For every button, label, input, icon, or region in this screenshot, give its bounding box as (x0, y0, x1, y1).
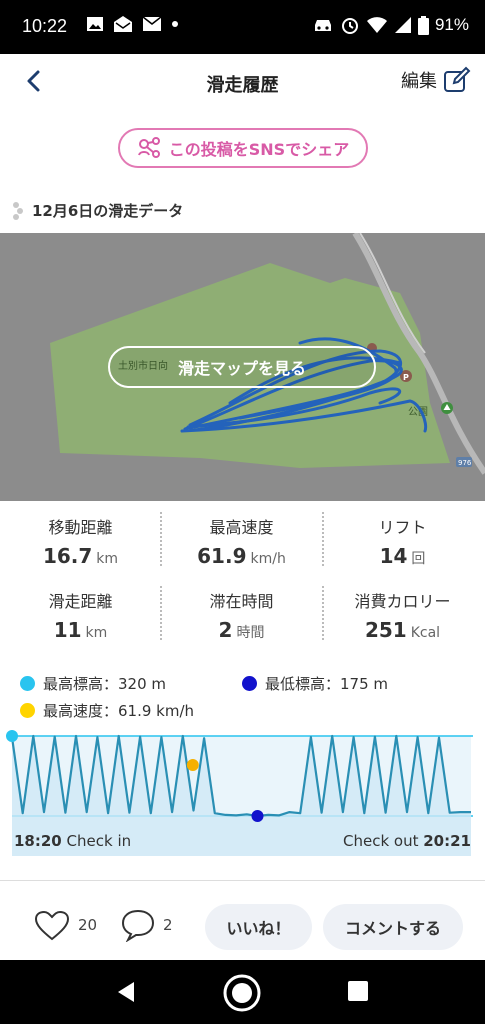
stats-grid: 移動距離 16.7 km 最高速度 61.9 km/h リフト 14 回 滑走距離 1… (0, 506, 485, 656)
stat-value: 11 (53, 618, 82, 642)
stat-value: 16.7 (42, 544, 93, 568)
wifi-icon (366, 17, 387, 33)
stat-label: 滞在時間 (209, 592, 274, 611)
parking-label: P (403, 373, 409, 382)
signal-icon (394, 17, 411, 33)
dot-icon (172, 21, 178, 27)
stat-max-speed: 最高速度 61.9 km/h (161, 514, 322, 568)
stat-label: リフト (378, 518, 427, 537)
max-speed-dot (20, 703, 35, 718)
edit-label: 編集 (401, 71, 437, 92)
status-time: 10:22 (22, 16, 68, 36)
notification-icons (86, 15, 179, 33)
comment-button[interactable]: コメントする (323, 904, 463, 950)
legend-max-speed: 最高速度：61.9 km/h (20, 700, 194, 721)
back-nav-icon[interactable] (114, 980, 138, 1004)
stat-value: 61.9 (197, 544, 247, 568)
max-elevation-dot (20, 676, 35, 691)
action-bar: 20 2 いいね！ コメントする (0, 896, 485, 960)
alarm-icon (341, 18, 358, 34)
status-bar: 10:22 91% (0, 0, 485, 54)
legend-max-speed-text: 最高速度：61.9 km/h (43, 702, 195, 720)
legend-min-elevation-text: 最低標高：175 m (265, 675, 389, 693)
stat-value: 2 (218, 618, 233, 642)
recents-nav-icon[interactable] (347, 980, 369, 1002)
road-number-label: 976 (458, 459, 472, 467)
heart-icon[interactable] (34, 910, 70, 942)
check-out-time: 20:21 (423, 832, 471, 850)
view-ski-map-button[interactable]: 滑走マップを見る (108, 346, 376, 388)
share-label: この投稿をSNSでシェア (168, 140, 350, 159)
share-icon (137, 137, 160, 158)
stat-move-distance: 移動距離 16.7 km (0, 514, 161, 568)
stat-value: 14 (379, 544, 408, 568)
edit-icon (444, 66, 471, 92)
check-in-label: Check in (66, 832, 132, 850)
battery-icon (417, 15, 429, 35)
share-sns-button[interactable]: この投稿をSNSでシェア (118, 128, 368, 168)
divider (322, 586, 324, 640)
stat-lift: リフト 14 回 (322, 514, 483, 568)
dots-icon (13, 201, 23, 220)
date-row: 12月6日の滑走データ (12, 200, 183, 221)
stat-unit: km (96, 551, 119, 567)
stat-label: 最高速度 (209, 518, 274, 537)
like-count: 20 (78, 916, 98, 934)
like-button[interactable]: いいね！ (205, 904, 312, 950)
divider (0, 880, 485, 881)
max-elevation-marker (6, 730, 18, 742)
stat-unit: 時間 (236, 625, 265, 641)
image-icon (87, 17, 103, 31)
min-elevation-dot (242, 676, 257, 691)
edit-button[interactable]: 編集 (401, 66, 471, 94)
divider (160, 586, 162, 640)
comment-count: 2 (163, 916, 173, 934)
battery-percent: 91% (434, 15, 469, 34)
date-label: 12月6日の滑走データ (32, 202, 184, 220)
car-icon (314, 20, 331, 31)
stat-ski-distance: 滑走距離 11 km (0, 588, 161, 642)
android-nav-bar (0, 960, 485, 1024)
stat-label: 消費カロリー (354, 592, 451, 611)
max-speed-marker (186, 759, 199, 771)
home-nav-icon[interactable] (222, 973, 262, 1013)
stat-calories: 消費カロリー 251 Kcal (322, 588, 483, 642)
check-out: Check out 20:21 (343, 832, 471, 850)
check-out-label: Check out (342, 832, 419, 850)
min-elevation-marker (251, 810, 264, 822)
check-in-time: 18:20 (14, 832, 62, 850)
legend-min-elevation: 最低標高：175 m (242, 673, 388, 694)
mail-open-icon (114, 16, 132, 32)
comment-icon[interactable] (120, 908, 156, 942)
stat-unit: Kcal (410, 625, 441, 641)
stat-unit: 回 (411, 551, 426, 567)
stat-unit: km (85, 625, 108, 641)
stat-label: 移動距離 (48, 518, 113, 537)
stat-stay-time: 滞在時間 2 時間 (161, 588, 322, 642)
stat-unit: km/h (250, 551, 286, 567)
app-header: 滑走履歴 編集 (0, 54, 485, 114)
legend-max-elevation-text: 最高標高：320 m (43, 675, 167, 693)
stat-label: 滑走距離 (48, 592, 113, 611)
mail-icon (142, 16, 162, 31)
check-in: 18:20 Check in (14, 832, 131, 850)
stat-value: 251 (364, 618, 407, 642)
legend-max-elevation: 最高標高：320 m (20, 673, 166, 694)
divider (160, 512, 162, 566)
system-icons: 91% (312, 15, 469, 35)
divider (322, 512, 324, 566)
